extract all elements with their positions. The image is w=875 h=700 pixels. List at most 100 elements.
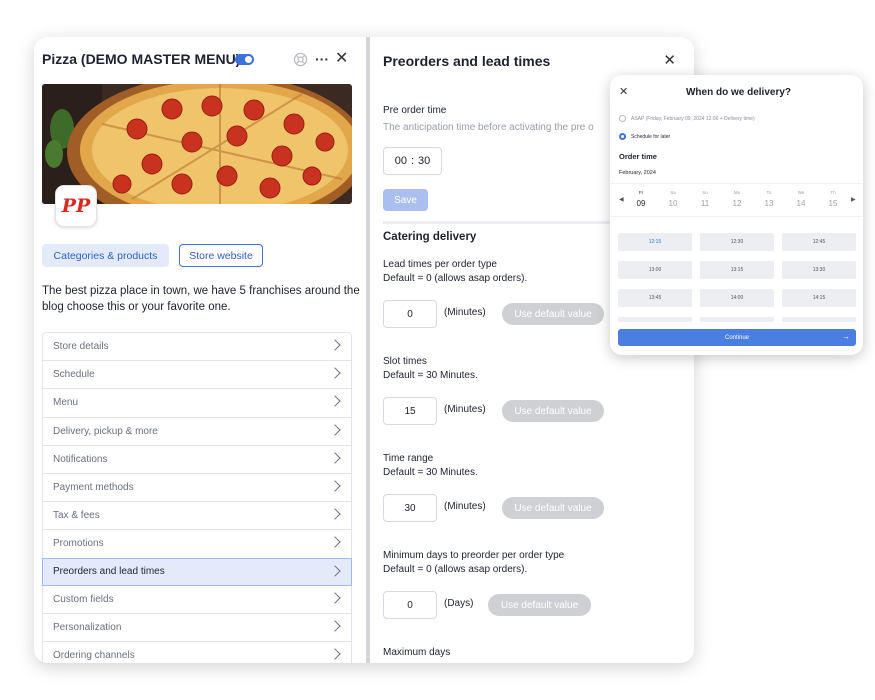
chevron-right-icon (329, 367, 341, 379)
menu-item-label: Store details (53, 341, 109, 353)
time-slot[interactable]: 12:30 (700, 233, 774, 251)
time-range-label: Time range (383, 453, 434, 464)
menu-item-promotions[interactable]: Promotions (43, 530, 351, 559)
slot-times-label: Slot times (383, 356, 427, 367)
close-icon[interactable]: ✕ (663, 51, 676, 69)
more-options-icon[interactable]: ··· (315, 50, 329, 68)
minimum-days-default-button[interactable]: Use default value (488, 594, 591, 616)
lead-times-default-button[interactable]: Use default value (502, 303, 604, 325)
day-option[interactable]: We 14 (791, 190, 811, 208)
menu-item-ordering-channels[interactable]: Ordering channels (43, 642, 351, 663)
chevron-right-icon (329, 592, 341, 604)
menu-item-label: Promotions (53, 538, 104, 550)
categories-products-button[interactable]: Categories & products (42, 244, 169, 267)
day-picker: ◀ Fr 09 Sa 10 Su 11 Mo 12 Tu 13 We 14 Th 15 ▶ (610, 183, 863, 217)
day-option[interactable]: Mo 12 (727, 190, 747, 208)
continue-label: Continue (724, 334, 750, 341)
chevron-right-icon (329, 480, 341, 492)
panel-title: Preorders and lead times (383, 53, 551, 69)
time-slot[interactable]: 13:30 (782, 261, 856, 279)
menu-item-menu[interactable]: Menu (43, 389, 351, 418)
time-range-default-button[interactable]: Use default value (502, 497, 604, 519)
slot-times-unit: (Minutes) (444, 404, 486, 415)
chevron-right-icon (329, 536, 341, 548)
lead-times-label: Lead times per order type (383, 259, 497, 270)
menu-item-delivery[interactable]: Delivery, pickup & more (43, 418, 351, 446)
time-slot[interactable]: 13:45 (618, 289, 692, 307)
menu-item-custom-fields[interactable]: Custom fields (43, 586, 351, 614)
chevron-right-icon (329, 395, 341, 408)
chevron-right-icon (329, 620, 341, 632)
day-option[interactable]: Fr 09 (631, 190, 651, 208)
time-slot-partial (782, 317, 856, 322)
menu-item-label: Preorders and lead times (53, 566, 165, 578)
minutes-value: 30 (418, 155, 431, 167)
pre-order-time-hint: The anticipation time before activating … (383, 122, 594, 133)
continue-button[interactable]: Continue → (618, 329, 856, 346)
day-option[interactable]: Tu 13 (759, 190, 779, 208)
menu-item-label: Custom fields (53, 593, 114, 605)
chevron-right-icon (329, 508, 341, 520)
menu-item-label: Menu (53, 397, 79, 409)
arrow-right-icon: → (842, 332, 850, 341)
slot-times-default: Default = 30 Minutes. (383, 370, 478, 381)
menu-item-personalization[interactable]: Personalization (43, 614, 351, 643)
previous-arrow-icon[interactable]: ◀ (619, 196, 624, 203)
save-button[interactable]: Save (383, 189, 428, 211)
menu-item-store-details[interactable]: Store details (43, 333, 351, 362)
time-slot[interactable]: 14:00 (700, 289, 774, 307)
lifebuoy-icon[interactable] (293, 52, 308, 71)
next-arrow-icon[interactable]: ▶ (851, 196, 856, 203)
time-slot-partial (618, 317, 692, 322)
store-title: Pizza (DEMO MASTER MENU) (42, 51, 241, 67)
time-slot[interactable]: 13:15 (700, 261, 774, 279)
time-slot[interactable]: 12:45 (782, 233, 856, 251)
chevron-right-icon (329, 423, 341, 436)
menu-item-payment-methods[interactable]: Payment methods (43, 474, 351, 503)
time-slot[interactable]: 14:15 (782, 289, 856, 307)
day-option[interactable]: Th 15 (823, 190, 843, 208)
store-logo: PP (55, 185, 97, 227)
settings-menu: Store details Schedule Menu Delivery, pi… (42, 332, 352, 663)
menu-item-label: Schedule (53, 369, 95, 381)
day-option[interactable]: Su 11 (695, 190, 715, 208)
chevron-right-icon (329, 648, 341, 660)
schedule-later-radio[interactable] (619, 133, 626, 140)
store-website-button[interactable]: Store website (179, 244, 263, 267)
store-description: The best pizza place in town, we have 5 … (42, 285, 360, 313)
lead-times-input[interactable]: 0 (383, 300, 437, 328)
hours-value: 00 (394, 155, 407, 167)
menu-item-schedule[interactable]: Schedule (43, 361, 351, 390)
asap-radio[interactable] (619, 115, 626, 122)
day-option[interactable]: Sa 10 (663, 190, 683, 208)
time-range-default: Default = 30 Minutes. (383, 467, 478, 478)
chevron-right-icon (329, 339, 341, 351)
chevron-right-icon (329, 452, 341, 464)
chevron-right-icon (329, 564, 341, 577)
time-slot[interactable]: 13:00 (618, 261, 692, 279)
close-icon[interactable]: ✕ (335, 50, 348, 68)
slot-times-input[interactable]: 15 (383, 397, 437, 425)
schedule-later-label: Schedule for later (631, 134, 671, 140)
store-panel: Pizza (DEMO MASTER MENU) ··· ✕ PP Catego… (34, 37, 366, 663)
slot-times-default-button[interactable]: Use default value (502, 400, 604, 422)
time-range-unit: (Minutes) (444, 501, 486, 512)
time-range-input[interactable]: 30 (383, 494, 437, 522)
menu-item-label: Tax & fees (53, 510, 100, 522)
month-label: February, 2024 (619, 170, 656, 176)
menu-item-preorders[interactable]: Preorders and lead times (42, 557, 352, 586)
order-time-label: Order time (619, 152, 657, 161)
menu-item-notifications[interactable]: Notifications (43, 446, 351, 474)
time-slot[interactable]: 12:15 (618, 233, 692, 251)
store-active-toggle[interactable] (235, 54, 254, 65)
pre-order-time-input[interactable]: 00 : 30 (383, 147, 442, 175)
minimum-days-input[interactable]: 0 (383, 591, 437, 619)
maximum-days-label: Maximum days (383, 647, 451, 658)
minimum-days-unit: (Days) (444, 598, 474, 609)
menu-item-label: Ordering channels (53, 650, 135, 662)
menu-item-tax-fees[interactable]: Tax & fees (43, 502, 351, 531)
asap-label: ASAP (Friday, February 09, 2024 12:06 + … (631, 116, 755, 122)
lead-times-default: Default = 0 (allows asap orders). (383, 273, 528, 284)
catering-delivery-title: Catering delivery (383, 231, 477, 243)
lead-times-unit: (Minutes) (444, 307, 486, 318)
